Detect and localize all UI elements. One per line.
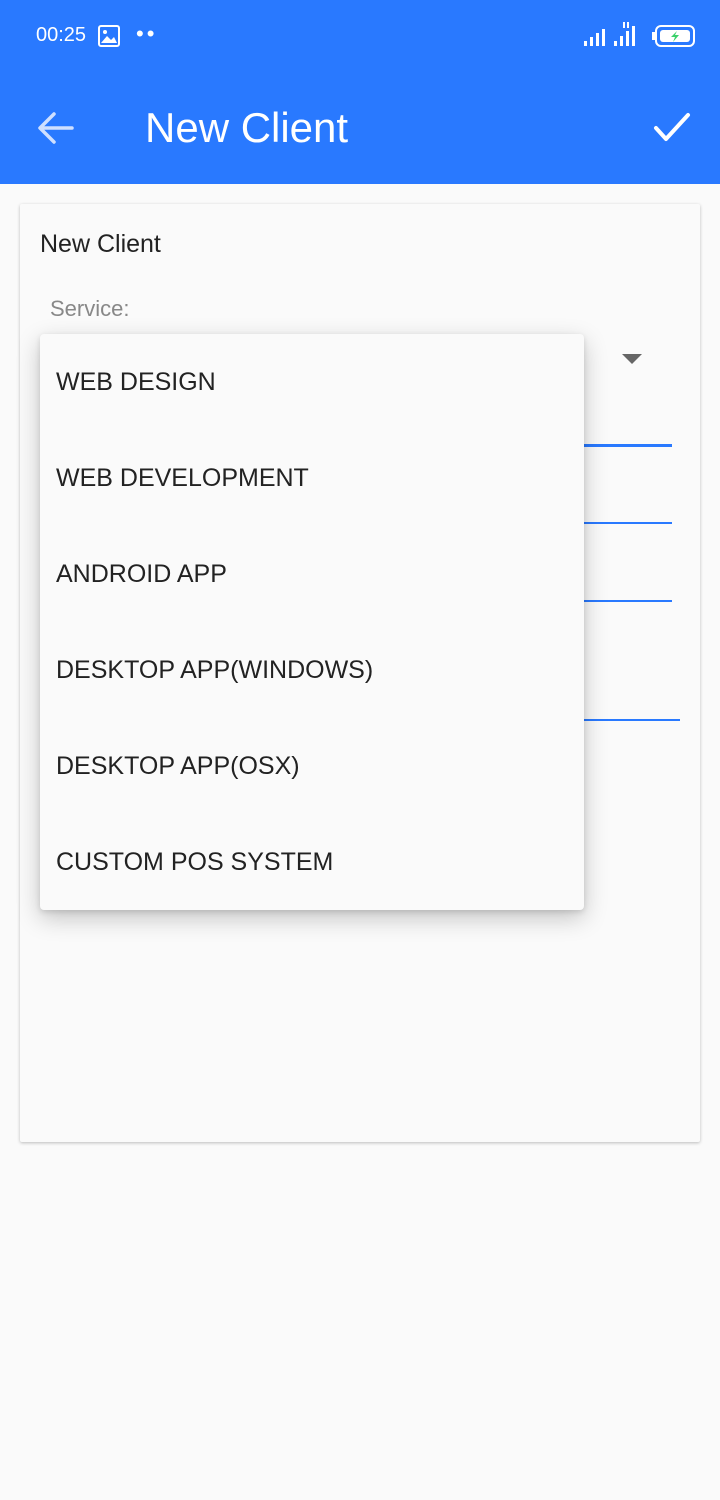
dropdown-option-web-development[interactable]: WEB DEVELOPMENT bbox=[40, 430, 584, 526]
app-bar: New Client bbox=[0, 72, 720, 184]
signal-icon bbox=[614, 22, 642, 51]
signal-icon bbox=[584, 26, 610, 51]
notification-dots: •• bbox=[136, 21, 158, 46]
dropdown-arrow-icon[interactable] bbox=[622, 354, 642, 364]
dropdown-option-custom-pos-system[interactable]: CUSTOM POS SYSTEM bbox=[40, 814, 584, 910]
image-icon bbox=[98, 25, 120, 47]
dropdown-option-android-app[interactable]: ANDROID APP bbox=[40, 526, 584, 622]
service-dropdown-menu: WEB DESIGN WEB DEVELOPMENT ANDROID APP D… bbox=[40, 334, 584, 910]
field-underline bbox=[580, 444, 672, 447]
top-bar: 00:25 •• New Client bbox=[0, 0, 720, 184]
arrow-back-icon[interactable] bbox=[34, 108, 78, 148]
dropdown-option-desktop-app-windows[interactable]: DESKTOP APP(WINDOWS) bbox=[40, 622, 584, 718]
page-title: New Client bbox=[145, 104, 349, 151]
field-underline bbox=[580, 719, 680, 721]
status-time: 00:25 bbox=[36, 24, 87, 46]
check-icon[interactable] bbox=[650, 108, 694, 148]
card-title: New Client bbox=[40, 230, 161, 258]
dropdown-option-desktop-app-osx[interactable]: DESKTOP APP(OSX) bbox=[40, 718, 584, 814]
battery-charging-icon bbox=[651, 25, 697, 52]
dropdown-option-web-design[interactable]: WEB DESIGN bbox=[40, 334, 584, 430]
service-label: Service: bbox=[50, 296, 130, 321]
status-bar: 00:25 •• bbox=[0, 0, 720, 72]
field-underline bbox=[580, 522, 672, 524]
field-underline bbox=[580, 600, 672, 602]
